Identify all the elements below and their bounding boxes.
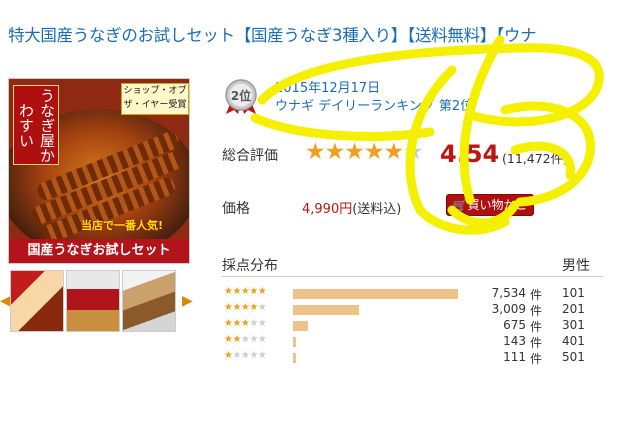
rating-score: 4.54 <box>440 140 500 168</box>
row-unit: 件 <box>530 320 543 334</box>
star-icon: ★ <box>305 139 326 165</box>
popular-tag: 当店で一番人気! <box>81 219 164 232</box>
shipping-note: (送料込) <box>352 202 402 217</box>
row-age: 401 <box>562 334 585 348</box>
row-age: 101 <box>562 286 585 300</box>
chevron-left-icon[interactable]: ◀ <box>0 292 11 310</box>
product-title-bracket-2[interactable]: 【送料無料】 <box>407 26 496 45</box>
product-main-image[interactable]: うなぎ屋かわすい ショップ・オブ ザ・イヤー受賞 当店で一番人気! 国産うなぎお… <box>8 78 190 264</box>
ranking-category-link[interactable]: ウナギ <box>275 99 314 114</box>
bar-track <box>293 305 461 315</box>
product-title-bracket-1[interactable]: 【国産うなぎ3種入り】 <box>235 26 408 45</box>
bar-fill <box>293 289 458 299</box>
add-to-cart-button[interactable]: 🛒買い物かご <box>446 194 534 216</box>
bar-track <box>293 353 461 363</box>
row-stars-icon: ★★★★★ <box>224 286 267 297</box>
gender-heading: 男性 <box>562 258 590 274</box>
row-age: 501 <box>562 350 585 364</box>
cart-icon: 🛒 <box>452 198 468 212</box>
product-title[interactable]: 特大国産うなぎのお試しセット【国産うなぎ3種入り】【送料無料】【ウナ <box>8 22 627 46</box>
row-count: 111 <box>503 350 526 364</box>
ranking-date: 2015年12月17日 <box>275 81 381 96</box>
product-banner: 国産うなぎお試しセット <box>9 239 189 263</box>
row-stars-icon: ★★★★★ <box>224 318 267 329</box>
star-icon: ★ <box>324 139 346 165</box>
thumbnail-strip: ◀ ▶ <box>0 270 200 334</box>
distribution-row[interactable]: ★★★★★ 111 件 501 <box>222 350 627 366</box>
distribution-row[interactable]: ★★★★★ 7,534 件 101 <box>222 286 627 302</box>
ranking-line: ウナギ デイリーランキング 第2位 <box>275 95 473 114</box>
row-count: 675 <box>503 318 526 332</box>
ranking-badge-text: 2位 <box>231 88 251 103</box>
row-stars-icon: ★★★★★ <box>224 302 267 313</box>
distribution-row[interactable]: ★★★★★ 675 件 301 <box>222 318 627 334</box>
rating-label: 総合評価 <box>222 148 278 164</box>
row-unit: 件 <box>530 336 543 350</box>
bar-track <box>293 289 461 299</box>
review-count-link[interactable]: (11,472件) <box>502 148 568 167</box>
row-count: 3,009 <box>491 302 526 316</box>
row-age: 301 <box>562 318 585 332</box>
ranking-medal-icon: 2位 <box>225 79 257 114</box>
product-title-bracket-3[interactable]: 【ウナ <box>496 26 537 45</box>
row-age: 201 <box>562 302 585 316</box>
price-label: 価格 <box>222 201 250 217</box>
thumbnail-image[interactable] <box>122 270 176 332</box>
thumbnail-image[interactable] <box>10 270 64 332</box>
row-stars-icon: ★★★★★ <box>224 350 267 361</box>
award-badge: ショップ・オブ ザ・イヤー受賞 <box>121 83 189 115</box>
star-empty-icon: ★ <box>403 139 424 165</box>
bar-track <box>293 337 461 347</box>
product-title-main[interactable]: 特大国産うなぎのお試しセット <box>8 26 235 45</box>
thumbnail-image[interactable] <box>66 270 120 332</box>
bar-fill <box>293 321 308 331</box>
star-icon: ★ <box>344 139 365 165</box>
row-count: 7,534 <box>491 286 526 300</box>
star-icon: ★ <box>363 139 385 165</box>
distribution-heading: 採点分布 <box>222 258 278 274</box>
distribution-row[interactable]: ★★★★★ 143 件 401 <box>222 334 627 350</box>
ranking-text-link[interactable]: デイリーランキング 第2位 <box>318 99 473 114</box>
price-value: 4,990円(送料込) <box>302 198 401 217</box>
add-to-cart-label: 買い物かご <box>467 198 528 212</box>
row-unit: 件 <box>530 352 543 366</box>
divider <box>222 276 604 277</box>
chevron-right-icon[interactable]: ▶ <box>182 292 193 310</box>
row-unit: 件 <box>530 304 543 318</box>
bar-fill <box>293 337 296 347</box>
rating-stars[interactable]: ★★★★★★ <box>305 139 424 165</box>
price-amount: 4,990円 <box>302 202 353 217</box>
row-stars-icon: ★★★★★ <box>224 334 267 345</box>
distribution-row[interactable]: ★★★★★ 3,009 件 201 <box>222 302 627 318</box>
row-unit: 件 <box>530 288 543 302</box>
bar-fill <box>293 353 296 363</box>
bar-fill <box>293 305 359 315</box>
row-count: 143 <box>503 334 526 348</box>
shop-logo: うなぎ屋かわすい <box>13 85 59 165</box>
bar-track <box>293 321 461 331</box>
star-icon: ★ <box>383 139 405 165</box>
